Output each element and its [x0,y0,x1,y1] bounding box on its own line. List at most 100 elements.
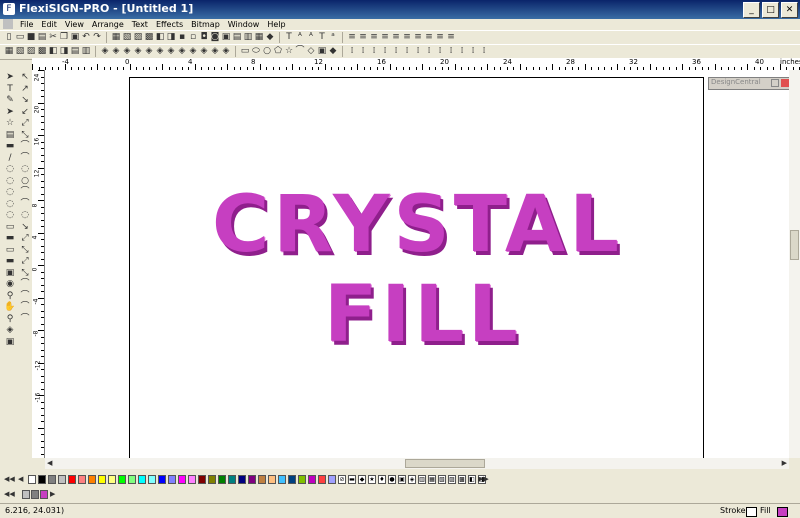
stroke-swatch[interactable] [746,507,757,517]
vertical-scroll-thumb[interactable] [790,230,799,260]
color-swatch[interactable] [228,475,236,484]
distribute-icon[interactable]: ⁞ [380,46,390,57]
tool-icon[interactable]: ⌒ [19,291,31,302]
color-swatch[interactable] [258,475,266,484]
star-icon[interactable]: ☆ [284,46,294,57]
tool-icon[interactable]: ⌒ [19,141,31,152]
tool-icon[interactable]: ↙ [19,107,31,118]
tool-icon[interactable]: ◌ [4,164,16,175]
pattern-swatch[interactable]: ▨ [448,475,456,484]
horizontal-scrollbar[interactable]: ◀ ▶ [45,458,789,469]
color-swatch[interactable] [158,475,166,484]
weld-icon[interactable]: ◈ [100,46,110,57]
color-swatch[interactable] [298,475,306,484]
tool-icon[interactable]: ⤢ [19,118,31,129]
tool-icon[interactable]: ✎ [4,95,16,106]
menu-text[interactable]: Text [128,19,152,30]
color-swatch[interactable] [308,475,316,484]
tool-icon[interactable]: ◌ [4,210,16,221]
weld-icon[interactable]: ◈ [155,46,165,57]
distribute-icon[interactable]: ⁞ [424,46,434,57]
palette-next-icon[interactable]: ▶ [50,490,55,498]
color-swatch[interactable] [88,475,96,484]
align-icon[interactable]: ≡ [402,32,412,43]
tool-icon[interactable]: ◌ [19,210,31,221]
distribute-icon[interactable]: ⁞ [435,46,445,57]
color-swatch[interactable] [198,475,206,484]
tool-icon[interactable]: ◌ [4,176,16,187]
swatch[interactable] [40,490,48,499]
tool-icon[interactable]: ▨ [133,32,143,43]
swatch[interactable] [31,490,39,499]
print-icon[interactable]: ▤ [37,32,47,43]
text-effect-icon[interactable]: ᴬ [295,32,305,43]
vertical-scrollbar[interactable] [789,70,800,458]
text-effect-icon[interactable]: ᴬ [306,32,316,43]
align-icon[interactable]: ≡ [435,32,445,43]
align-icon[interactable]: ≡ [413,32,423,43]
pattern-swatch[interactable]: ★ [368,475,376,484]
color-swatch[interactable] [248,475,256,484]
weld-icon[interactable]: ◈ [221,46,231,57]
arrange-icon[interactable]: ◧ [48,46,58,57]
text-effect-icon[interactable]: T [317,32,327,43]
tool-icon[interactable]: ▣ [4,337,16,348]
arrange-icon[interactable]: ▦ [4,46,14,57]
color-swatch[interactable] [38,475,46,484]
close-button[interactable]: ✕ [781,2,798,18]
horizontal-scroll-thumb[interactable] [405,459,485,468]
pattern-swatch[interactable]: ♦ [378,475,386,484]
tool-icon[interactable]: ▤ [232,32,242,43]
color-swatch[interactable] [148,475,156,484]
distribute-icon[interactable]: ⁞ [347,46,357,57]
menu-bitmap[interactable]: Bitmap [187,19,224,30]
color-swatch[interactable] [168,475,176,484]
color-swatch[interactable] [178,475,186,484]
pattern-swatch[interactable]: ▧ [438,475,446,484]
tool-icon[interactable]: ◌ [4,199,16,210]
weld-icon[interactable]: ◈ [199,46,209,57]
menu-help[interactable]: Help [263,19,289,30]
distribute-icon[interactable]: ⁞ [369,46,379,57]
tool-icon[interactable]: ◈ [4,325,16,336]
align-icon[interactable]: ≡ [446,32,456,43]
color-swatch[interactable] [328,475,336,484]
pattern-swatch[interactable]: ▥ [418,475,426,484]
zoom-tool-icon[interactable]: ⚲ [4,314,16,325]
weld-icon[interactable]: ◈ [188,46,198,57]
align-left-icon[interactable]: ≡ [347,32,357,43]
tool-icon[interactable]: ▪ [177,32,187,43]
copy-icon[interactable]: ❐ [59,32,69,43]
document-icon[interactable] [3,19,13,29]
vertical-ruler[interactable]: 24 20 16 12 8 4 0 -4 -8 -12 -16 [31,70,45,458]
tool-icon[interactable]: ▦ [111,32,121,43]
weld-icon[interactable]: ◈ [111,46,121,57]
color-swatch[interactable] [78,475,86,484]
pattern-swatch[interactable]: ▦ [428,475,436,484]
tool-icon[interactable]: ⤢ [19,256,31,267]
text-icon[interactable]: T [284,32,294,43]
tool-icon[interactable]: ◌ [4,187,16,198]
tool-icon[interactable]: ▬ [4,256,16,267]
weld-icon[interactable]: ◈ [166,46,176,57]
tool-icon[interactable]: ↗ [19,84,31,95]
palette-prev-icon[interactable]: ◀ [18,475,23,483]
menu-effects[interactable]: Effects [152,19,187,30]
polygon-icon[interactable]: ⬠ [273,46,283,57]
pen-tool-icon[interactable]: / [4,153,16,164]
pattern-swatch[interactable]: ◧ [468,475,476,484]
rectangle-icon[interactable]: ▭ [240,46,250,57]
pattern-swatch[interactable]: ● [388,475,396,484]
redo-icon[interactable]: ↷ [92,32,102,43]
pattern-swatch[interactable]: ◆ [358,475,366,484]
color-swatch[interactable] [48,475,56,484]
scroll-left-icon[interactable]: ◀ [47,459,52,467]
tool-icon[interactable]: ▦ [254,32,264,43]
tool-icon[interactable]: ⤡ [19,130,31,141]
tool-icon[interactable]: ➤ [4,107,16,118]
menu-view[interactable]: View [61,19,88,30]
tool-icon[interactable]: ⤢ [19,233,31,244]
color-swatch[interactable] [68,475,76,484]
pattern-swatch[interactable]: ▬ [348,475,356,484]
circle-icon[interactable]: ○ [262,46,272,57]
